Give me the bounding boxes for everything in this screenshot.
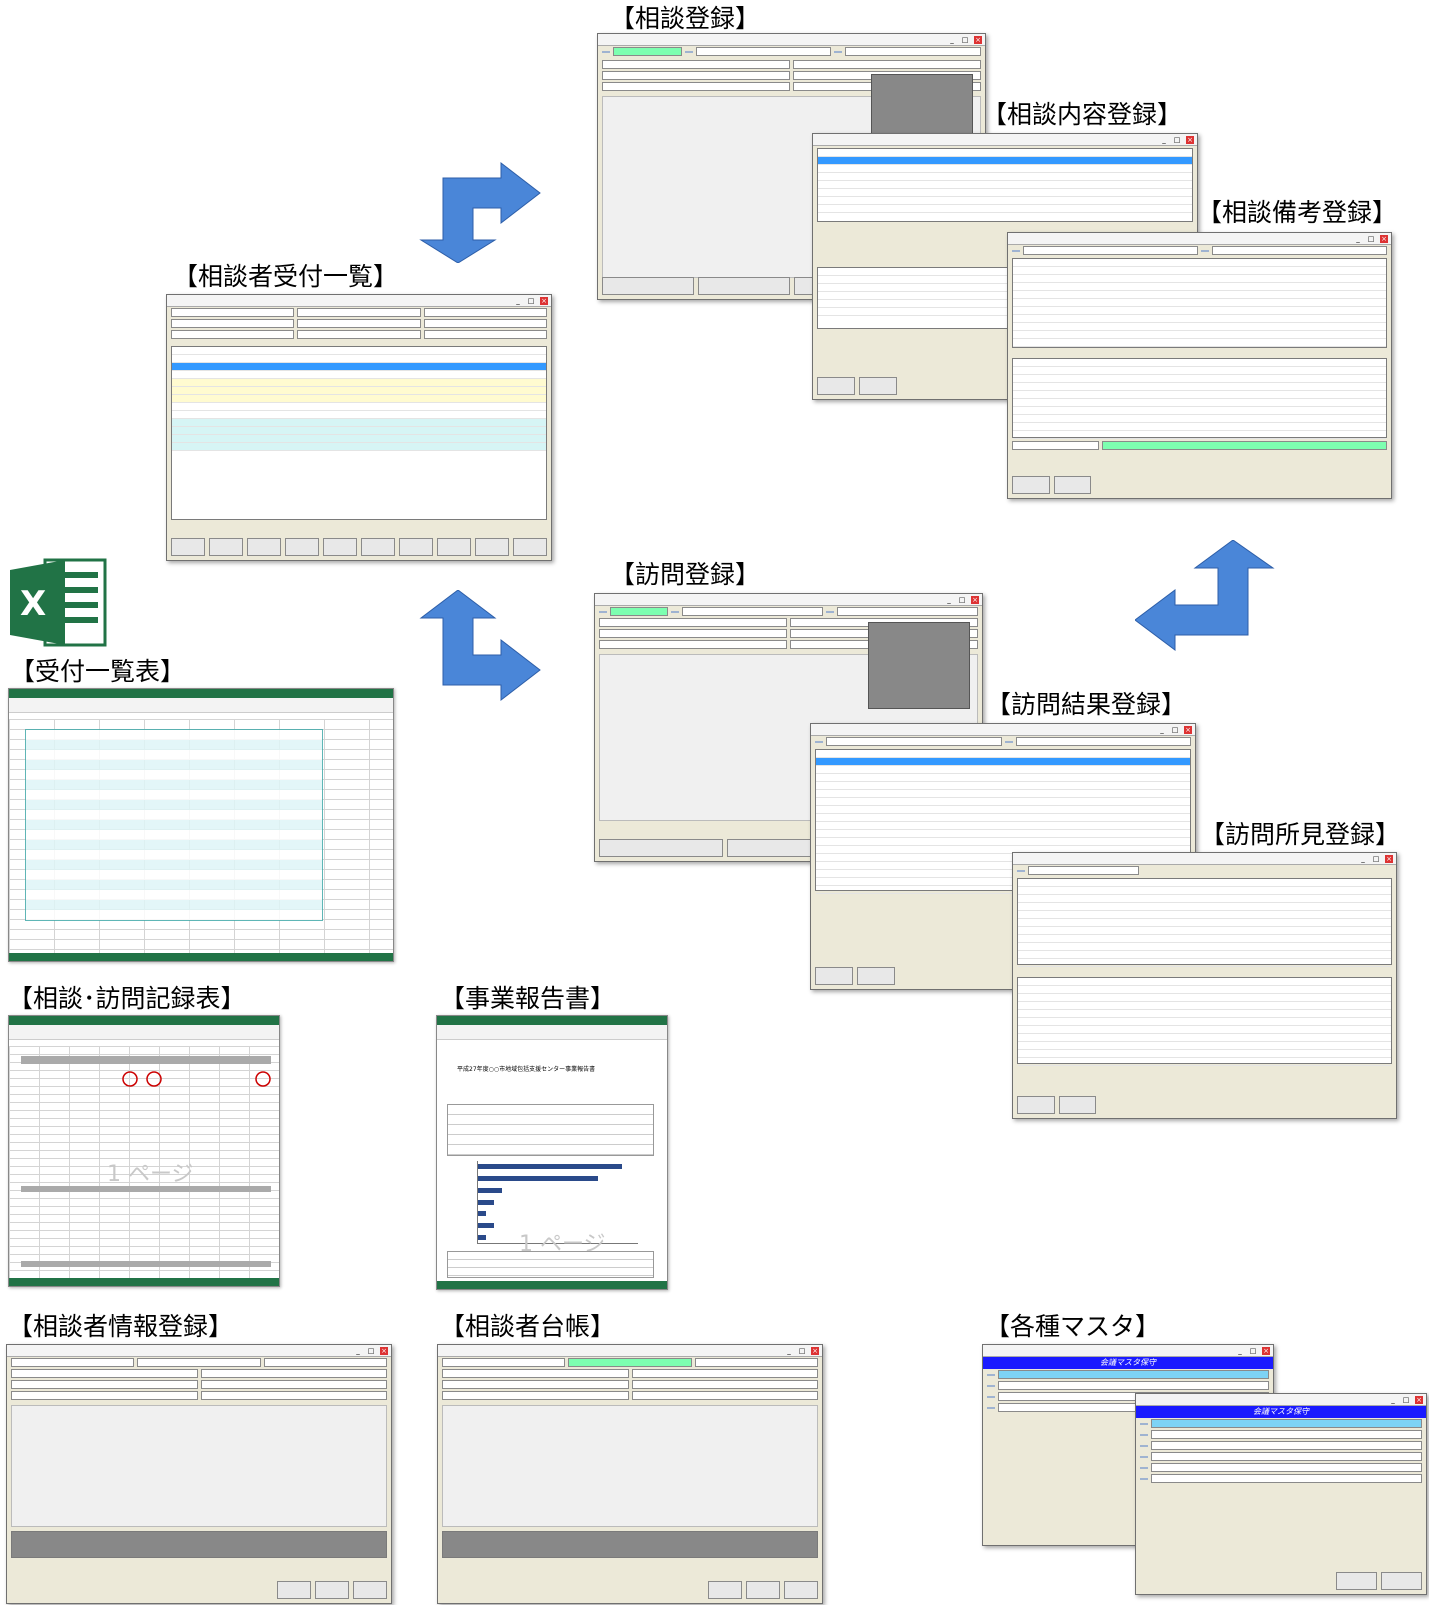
chart-bar: [478, 1187, 502, 1193]
ledger-window: _ □ ×: [437, 1344, 823, 1604]
arrow-up-right-icon: [419, 161, 541, 263]
heading-ledger: 【相談者台帳】: [440, 1312, 616, 1341]
heading-excel-list: 【受付一覧表】: [10, 657, 186, 686]
heading-reception-list: 【相談者受付一覧】: [173, 262, 399, 291]
master-window-front: _ □ × 会議マスタ保守: [1135, 1393, 1427, 1595]
seal-stamp-icon: [255, 1071, 271, 1087]
excel-reception-sheet: [8, 688, 394, 962]
reception-btn-7[interactable]: [399, 538, 433, 556]
excel-record-sheet: 1 ページ: [8, 1015, 280, 1287]
heading-consult-registration: 【相談登録】: [610, 4, 761, 33]
svg-text:X: X: [20, 584, 46, 624]
reception-btn-4[interactable]: [285, 538, 319, 556]
chart-bar: [478, 1234, 486, 1240]
reception-btn-2[interactable]: [209, 538, 243, 556]
chart-bar: [478, 1211, 486, 1217]
heading-visit-registration: 【訪問登録】: [610, 560, 761, 589]
heading-business-report: 【事業報告書】: [440, 984, 616, 1013]
reception-btn-5[interactable]: [323, 538, 357, 556]
heading-record-sheet: 【相談･訪問記録表】: [8, 984, 246, 1013]
reception-btn-3[interactable]: [247, 538, 281, 556]
reception-btn-9[interactable]: [475, 538, 509, 556]
seal-stamp-icon: [146, 1071, 162, 1087]
excel-business-report: 平成27年度○○市地域包括支援センター事業報告書 1 ページ: [436, 1015, 668, 1290]
reception-list-window: _ □ ×: [166, 294, 552, 561]
reception-btn-8[interactable]: [437, 538, 471, 556]
person-info-window: _ □ ×: [6, 1344, 392, 1604]
arrow-down-right-icon: [419, 590, 541, 702]
reception-btn-1[interactable]: [171, 538, 205, 556]
report-heading: 平成27年度○○市地域包括支援センター事業報告書: [457, 1066, 596, 1073]
reception-close-button[interactable]: [513, 538, 547, 556]
chart-bar: [478, 1222, 494, 1228]
chart-bar: [478, 1164, 622, 1170]
heading-masters: 【各種マスタ】: [985, 1312, 1161, 1341]
chart-bar: [478, 1199, 494, 1205]
seal-stamp-icon: [122, 1071, 138, 1087]
heading-person-info: 【相談者情報登録】: [8, 1312, 234, 1341]
arrow-up-left-icon: [1135, 540, 1275, 651]
heading-visit-findings: 【訪問所見登録】: [1200, 820, 1401, 849]
page-watermark: 1 ページ: [107, 1162, 194, 1187]
master-title: 会議マスタ保守: [983, 1357, 1273, 1369]
master-title: 会議マスタ保守: [1136, 1406, 1426, 1418]
excel-icon: X: [10, 558, 107, 647]
heading-consult-content: 【相談内容登録】: [982, 100, 1183, 129]
consult-notes-window: _ □ ×: [1007, 232, 1392, 499]
visit-findings-window: _ □ ×: [1012, 852, 1397, 1119]
chart-bar: [478, 1176, 598, 1182]
reception-btn-6[interactable]: [361, 538, 395, 556]
heading-visit-result: 【訪問結果登録】: [986, 690, 1187, 719]
heading-consult-notes: 【相談備考登録】: [1197, 198, 1398, 227]
